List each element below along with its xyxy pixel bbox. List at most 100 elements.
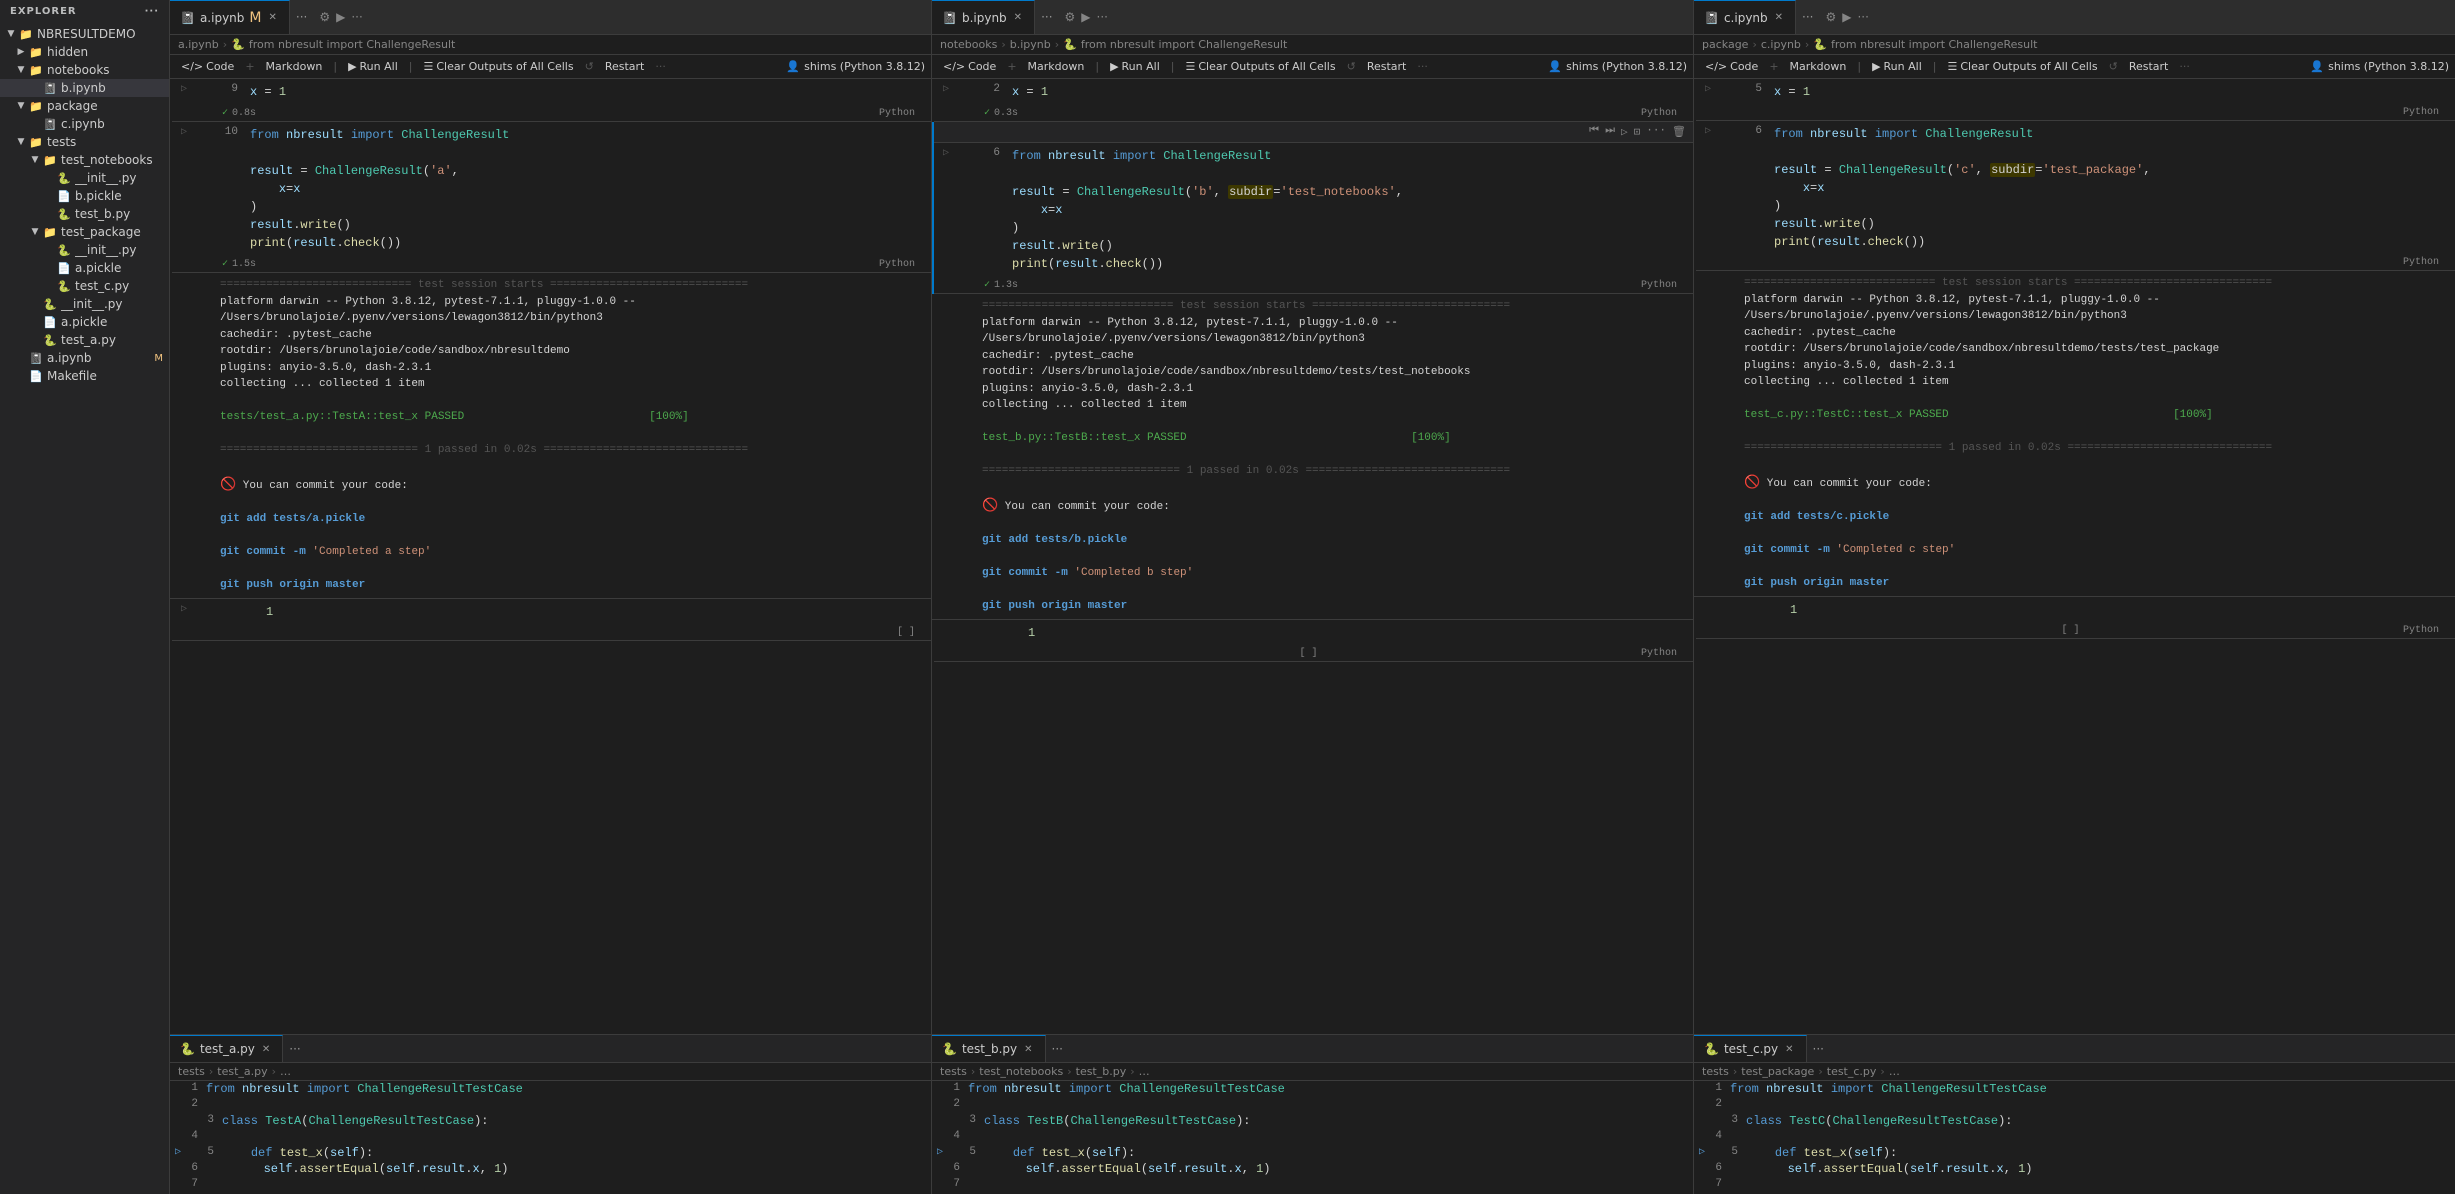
cell-toolbar-btn[interactable]: ▷ (1618, 124, 1631, 140)
code-button[interactable]: </> Code (938, 58, 1001, 75)
bottom-tab-test-a[interactable]: 🐍 test_a.py ✕ (170, 1035, 283, 1062)
exec-indicator[interactable] (934, 620, 958, 624)
tab-close-button[interactable]: ✕ (1022, 1043, 1034, 1056)
exec-indicator[interactable] (1696, 597, 1720, 601)
exec-indicator[interactable]: ▷ (172, 122, 196, 138)
tab-close-button[interactable]: ✕ (267, 11, 279, 24)
tab-overflow-button[interactable]: ··· (1046, 1042, 1069, 1056)
run-all-button[interactable]: ▶ Run All (343, 58, 403, 75)
markdown-button[interactable]: Markdown (1023, 58, 1090, 75)
run-cell-button[interactable]: ▷ (1705, 83, 1711, 95)
sidebar-item-test-package[interactable]: ▼ 📁 test_package (0, 223, 169, 241)
exec-indicator[interactable]: ▷ (934, 143, 958, 159)
exec-indicator[interactable]: ▷ (1696, 79, 1720, 95)
cell-code[interactable]: x = 1 (246, 79, 931, 105)
run-cell-button[interactable]: ▷ (181, 126, 187, 138)
sidebar-item-b-ipynb[interactable]: 📓 b.ipynb (0, 79, 169, 97)
sidebar-item-a-pickle2[interactable]: 📄 a.pickle (0, 313, 169, 331)
cell-code[interactable]: from nbresult import ChallengeResult res… (246, 122, 931, 256)
exec-indicator[interactable]: ▷ (172, 79, 196, 95)
tab-a-ipynb[interactable]: 📓 a.ipynb M ✕ (170, 0, 290, 34)
more-icon[interactable]: ··· (145, 6, 159, 17)
sidebar-item-c-ipynb[interactable]: 📓 c.ipynb (0, 115, 169, 133)
clear-outputs-button[interactable]: ☰ Clear Outputs of All Cells (1180, 58, 1340, 75)
restart-button[interactable]: Restart (2124, 58, 2174, 75)
bottom-tab-test-b[interactable]: 🐍 test_b.py ✕ (932, 1035, 1046, 1062)
code-button[interactable]: </> Code (176, 58, 239, 75)
sidebar-item-a-pickle[interactable]: 📄 a.pickle (0, 259, 169, 277)
sidebar-item-hidden[interactable]: ▶ 📁 hidden (0, 43, 169, 61)
sidebar-item-init3[interactable]: 🐍 __init__.py (0, 295, 169, 313)
sidebar-item-notebooks[interactable]: ▼ 📁 notebooks (0, 61, 169, 79)
settings-icons[interactable]: ⚙ ▶ ··· (313, 10, 368, 24)
markdown-button[interactable]: Markdown (261, 58, 328, 75)
code-button[interactable]: </> Code (1700, 58, 1763, 75)
clear-outputs-button[interactable]: ☰ Clear Outputs of All Cells (418, 58, 578, 75)
cell-toolbar-btn[interactable]: ⊡ (1631, 124, 1644, 140)
tab-close-button[interactable]: ✕ (260, 1043, 272, 1056)
run-cell-button[interactable]: ▷ (1705, 125, 1711, 137)
tab-b-ipynb[interactable]: 📓 b.ipynb ✕ (932, 0, 1035, 34)
more-icon[interactable]: ··· (1857, 10, 1868, 24)
tab-close-button[interactable]: ✕ (1012, 11, 1024, 24)
settings-icons[interactable]: ⚙ ▶ ··· (1059, 10, 1114, 24)
cell-toolbar-btn[interactable]: ⏭ (1602, 124, 1618, 140)
sidebar-item-tests[interactable]: ▼ 📁 tests (0, 133, 169, 151)
tab-overflow-button[interactable]: ··· (1807, 1042, 1830, 1056)
exec-indicator[interactable]: ▷ (1696, 121, 1720, 137)
run-all-button[interactable]: ▶ Run All (1105, 58, 1165, 75)
more-icon[interactable]: ··· (1097, 10, 1108, 24)
tab-close-button[interactable]: ✕ (1783, 1043, 1795, 1056)
exec-indicator[interactable]: ▷ (172, 599, 196, 615)
sidebar-item-b-pickle[interactable]: 📄 b.pickle (0, 187, 169, 205)
settings-icons[interactable]: ⚙ ▶ ··· (1819, 10, 1874, 24)
sidebar-header: EXPLORER ··· (0, 0, 169, 23)
sidebar-item-init1[interactable]: 🐍 __init__.py (0, 169, 169, 187)
sidebar-item-a-ipynb[interactable]: 📓 a.ipynb M (0, 349, 169, 367)
tab-c-ipynb[interactable]: 📓 c.ipynb ✕ (1694, 0, 1796, 34)
clear-outputs-button[interactable]: ☰ Clear Outputs of All Cells (1942, 58, 2102, 75)
run-icon[interactable]: ▶ (1842, 10, 1851, 24)
settings-icon[interactable]: ⚙ (319, 10, 330, 24)
tab-overflow-button[interactable]: ··· (283, 1042, 306, 1056)
tab-close-button[interactable]: ✕ (1773, 11, 1785, 24)
sidebar-item-test-notebooks[interactable]: ▼ 📁 test_notebooks (0, 151, 169, 169)
sidebar-header-icons[interactable]: ··· (145, 6, 159, 17)
cell-code[interactable]: 1 (246, 599, 931, 625)
restart-button[interactable]: Restart (1362, 58, 1412, 75)
tab-overflow-button[interactable]: ··· (1035, 10, 1058, 24)
run-cell-button[interactable]: ▷ (943, 83, 949, 95)
exec-indicator[interactable]: ▷ (934, 79, 958, 95)
sidebar-item-init2[interactable]: 🐍 __init__.py (0, 241, 169, 259)
cell-code[interactable]: from nbresult import ChallengeResult res… (1770, 121, 2455, 255)
restart-button[interactable]: Restart (600, 58, 650, 75)
sidebar-item-root[interactable]: ▼ 📁 NBRESULTDEMO (0, 25, 169, 43)
cell-toolbar-btn[interactable]: ··· (1643, 124, 1669, 140)
settings-icon[interactable]: ⚙ (1825, 10, 1836, 24)
cell-toolbar-btn[interactable]: ⏮ (1586, 124, 1602, 140)
cell-code[interactable]: from nbresult import ChallengeResult res… (1008, 143, 1693, 277)
cell-toolbar-btn[interactable]: 🗑 (1669, 124, 1689, 140)
sidebar-item-package[interactable]: ▼ 📁 package (0, 97, 169, 115)
bottom-tab-test-c[interactable]: 🐍 test_c.py ✕ (1694, 1035, 1807, 1062)
run-all-button[interactable]: ▶ Run All (1867, 58, 1927, 75)
run-cell-button[interactable]: ▷ (181, 83, 187, 95)
line-number: 3 (1710, 1114, 1746, 1126)
sidebar-item-test-b-py[interactable]: 🐍 test_b.py (0, 205, 169, 223)
run-cell-button[interactable]: ▷ (943, 147, 949, 159)
cell-code[interactable]: 1 (1770, 597, 2455, 623)
tab-overflow-button[interactable]: ··· (1796, 10, 1819, 24)
cell-code[interactable]: x = 1 (1008, 79, 1693, 105)
sidebar-item-test-a-py[interactable]: 🐍 test_a.py (0, 331, 169, 349)
run-icon[interactable]: ▶ (336, 10, 345, 24)
sidebar-item-makefile[interactable]: 📄 Makefile (0, 367, 169, 385)
sidebar-item-test-c-py[interactable]: 🐍 test_c.py (0, 277, 169, 295)
cell-code[interactable]: 1 (1008, 620, 1693, 646)
run-icon[interactable]: ▶ (1081, 10, 1090, 24)
cell-code[interactable]: x = 1 (1770, 79, 2455, 105)
run-cell-button[interactable]: ▷ (181, 603, 187, 615)
markdown-button[interactable]: Markdown (1785, 58, 1852, 75)
more-icon[interactable]: ··· (351, 10, 362, 24)
settings-icon[interactable]: ⚙ (1065, 10, 1076, 24)
tab-overflow-button[interactable]: ··· (290, 10, 313, 24)
